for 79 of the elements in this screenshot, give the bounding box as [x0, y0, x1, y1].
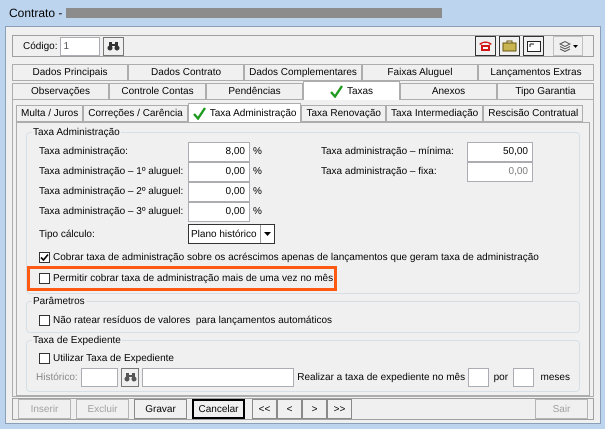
checkbox-label: Utilizar Taxa de Expediente — [53, 352, 174, 366]
number-field[interactable]: 0,00 — [188, 162, 250, 182]
tab[interactable]: Lançamentos Extras — [478, 64, 594, 81]
tab[interactable]: Pendências — [206, 83, 303, 100]
number-field[interactable]: 8,00 — [188, 142, 250, 162]
unit-label: % — [253, 145, 262, 159]
tab[interactable]: Observações — [12, 83, 109, 100]
layers-icon — [558, 40, 570, 52]
tab[interactable]: Taxa Renovação — [301, 105, 386, 122]
search-button[interactable] — [120, 368, 140, 386]
history-code-field[interactable] — [80, 368, 118, 386]
binoculars-icon — [124, 372, 137, 382]
action-button[interactable]: > — [302, 399, 327, 419]
dropdown-value: Plano histórico — [190, 228, 258, 242]
tab[interactable]: Dados Contrato — [128, 64, 244, 81]
search-button[interactable] — [103, 36, 124, 56]
field-label: Taxa administração – fixa: — [321, 165, 438, 179]
checkbox-label: Cobrar taxa de administração sobre os acréscimos apenas de lançamentos que geram taxa de administração — [53, 250, 539, 264]
checkbox-label: Não ratear resíduos de valores para lançamentos automáticos — [53, 314, 332, 328]
per-label: por — [494, 370, 508, 384]
field-label: Taxa administração – 1º aluguel: — [38, 165, 184, 179]
month-field[interactable] — [468, 368, 489, 386]
phone-icon — [478, 40, 493, 52]
number-field[interactable]: 0,00 — [188, 202, 250, 222]
tab[interactable]: Rescisão Contratual — [483, 105, 584, 122]
field-label: Tipo cálculo: — [38, 228, 96, 242]
checkbox[interactable] — [39, 314, 50, 326]
action-button[interactable]: Gravar — [134, 399, 187, 419]
unit-label: % — [253, 205, 262, 219]
window-title: Contrato - — [9, 5, 62, 22]
field-label: Taxa administração – 2º aluguel: — [38, 185, 184, 199]
tab[interactable]: Taxas — [303, 81, 400, 100]
action-button[interactable]: Cancelar — [192, 399, 245, 419]
action-button[interactable]: >> — [327, 399, 352, 419]
unit-label: % — [253, 165, 262, 179]
unit-label: % — [253, 185, 262, 199]
tab[interactable]: Correções / Carência — [83, 105, 188, 122]
checkmark-icon — [192, 106, 206, 120]
tab[interactable]: Dados Complementares — [244, 64, 362, 81]
field-label: Taxa administração – 3º aluguel: — [38, 205, 184, 219]
number-field[interactable]: 0,00 — [188, 182, 250, 202]
checkbox[interactable] — [39, 273, 50, 284]
group-title: Taxa Administração — [32, 125, 121, 140]
calc-type-dropdown[interactable]: Plano histórico — [188, 224, 275, 244]
checkmark-icon — [330, 84, 343, 98]
months-label: meses — [540, 370, 570, 384]
caret-icon — [572, 44, 578, 48]
number-field[interactable]: 50,00 — [467, 142, 533, 162]
checkmark-icon — [40, 252, 49, 262]
tab[interactable]: Taxa Administração — [188, 103, 302, 122]
tab[interactable]: Multa / Juros — [16, 105, 84, 122]
tab[interactable]: Tipo Garantia — [497, 83, 594, 100]
months-field[interactable] — [513, 368, 534, 386]
group-title: Taxa de Expediente — [32, 333, 122, 348]
window-icon — [526, 40, 540, 52]
action-button[interactable]: < — [277, 399, 302, 419]
checkbox[interactable] — [39, 252, 50, 262]
layers-dropdown[interactable] — [553, 36, 583, 56]
field-label: Taxa administração: — [38, 145, 129, 159]
caret-icon — [264, 232, 271, 236]
code-label: Código: — [23, 40, 58, 54]
tab[interactable]: Dados Principais — [12, 64, 128, 81]
field-label: Taxa administração – mínima: — [321, 145, 455, 159]
action-button[interactable]: << — [252, 399, 277, 419]
month-label: Realizar a taxa de expediente no mês — [297, 370, 466, 384]
field-label: Histórico: — [36, 370, 78, 384]
card-button[interactable] — [523, 36, 544, 56]
tab[interactable]: Anexos — [400, 83, 497, 100]
history-field[interactable] — [142, 368, 294, 386]
tab[interactable]: Faixas Aluguel — [362, 64, 478, 81]
code-field[interactable]: 1 — [60, 36, 100, 56]
phone-button[interactable] — [475, 36, 496, 56]
checkbox[interactable] — [39, 352, 50, 364]
briefcase-icon — [502, 40, 517, 52]
binoculars-icon — [107, 41, 120, 51]
briefcase-button[interactable] — [499, 36, 520, 56]
tab[interactable]: Taxa Intermediação — [386, 105, 484, 122]
tab[interactable]: Controle Contas — [109, 83, 206, 100]
checkbox-label: Permitir cobrar taxa de administração mais de uma vez no mês — [53, 272, 334, 286]
